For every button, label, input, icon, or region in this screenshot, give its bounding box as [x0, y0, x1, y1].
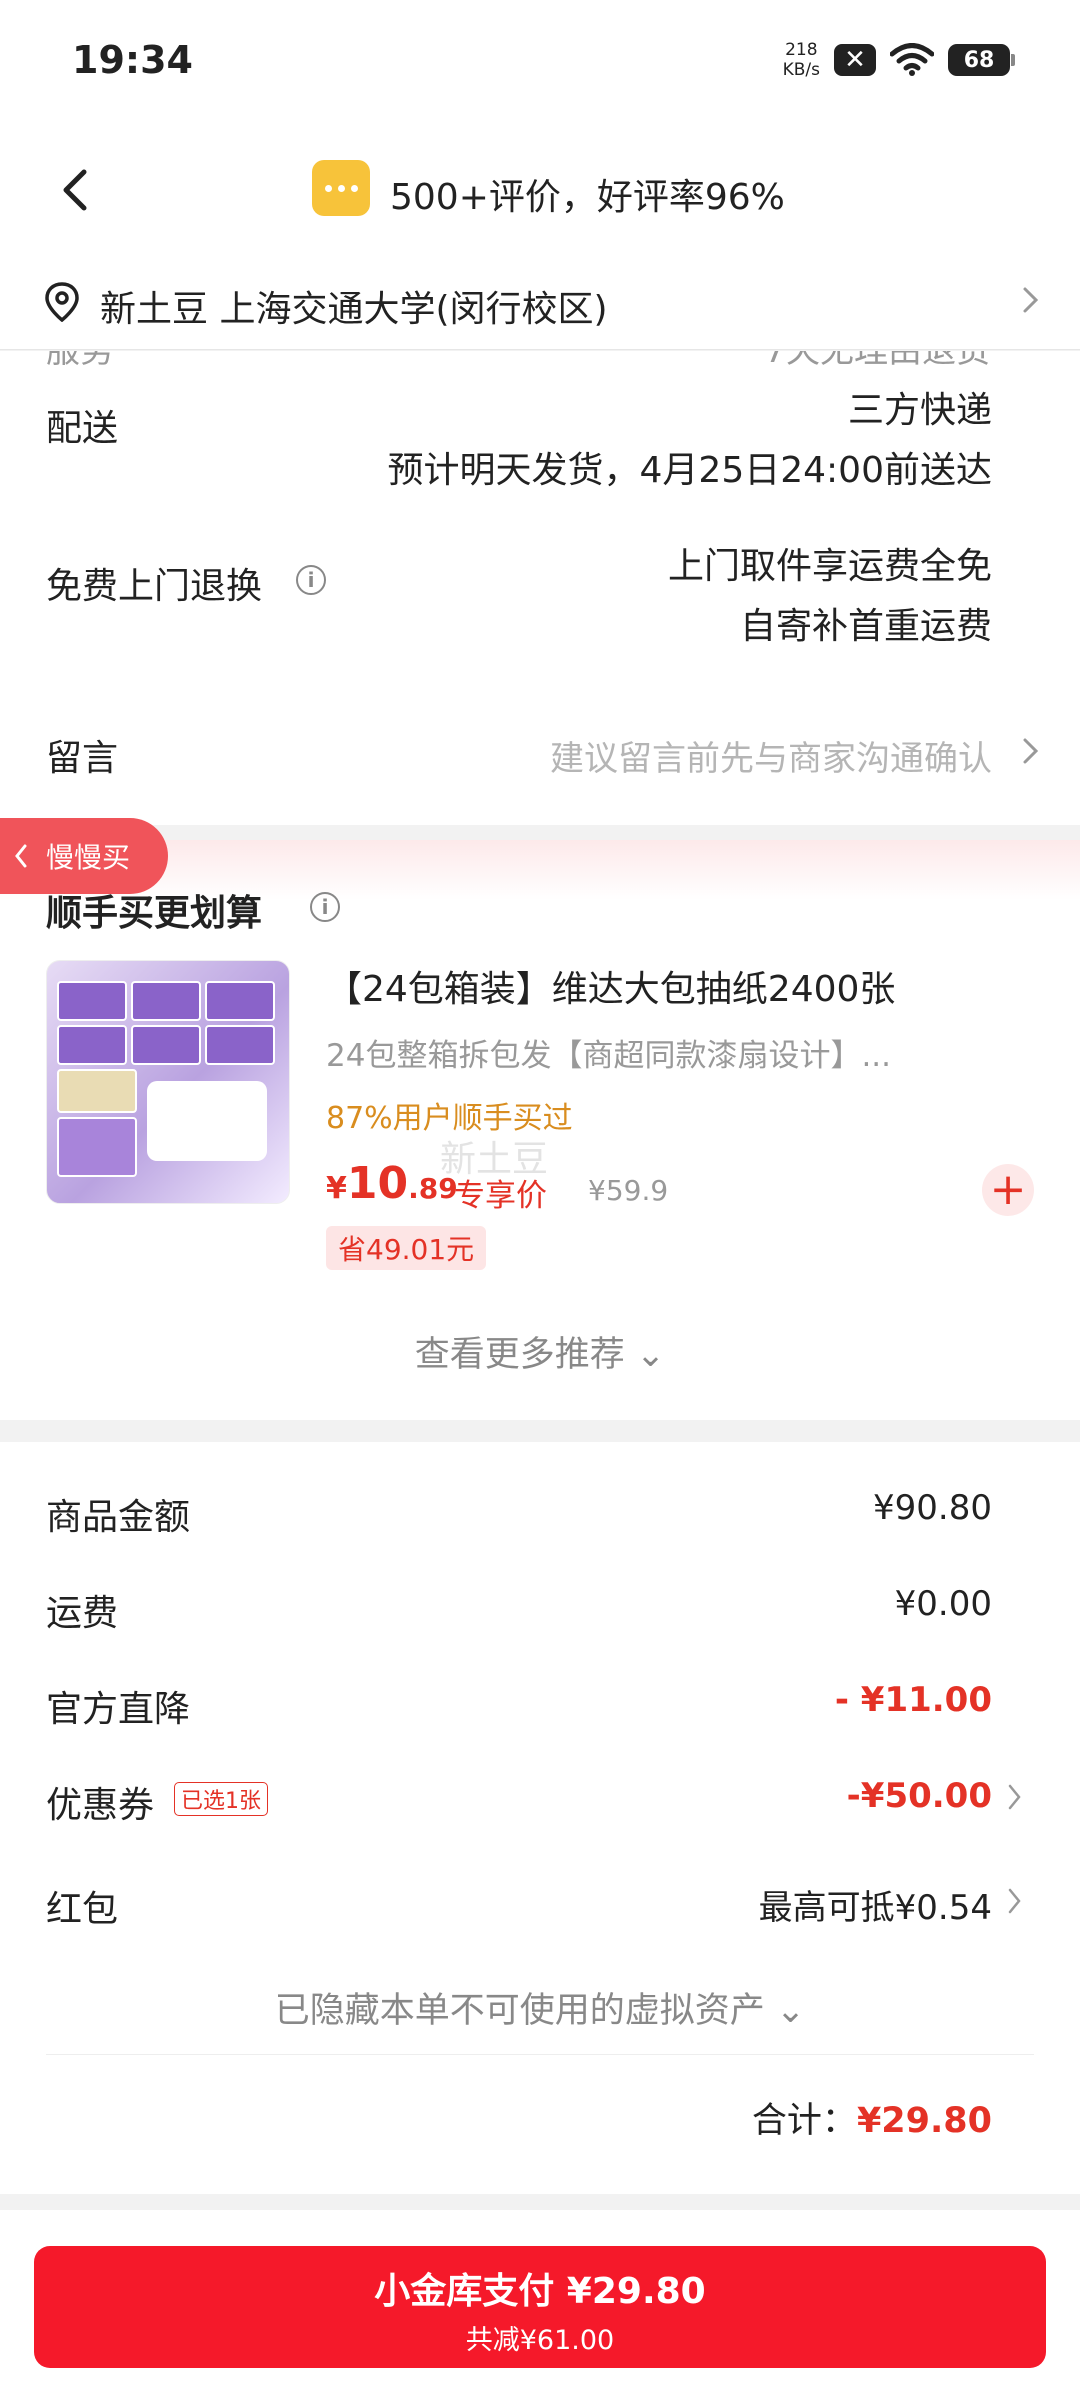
status-bar: 19:34 218 KB/s ✕ 68: [0, 0, 1080, 130]
shipping-label: 运费: [46, 1593, 119, 1634]
return-line2: 自寄补首重运费: [739, 606, 992, 647]
price-compare-float-button[interactable]: 慢慢买: [0, 818, 168, 894]
network-speed: 218 KB/s: [782, 40, 820, 80]
original-price: ¥59.9: [588, 1174, 669, 1207]
chevron-right-icon: [1023, 287, 1039, 313]
delivery-method: 三方快递: [847, 390, 992, 431]
info-icon[interactable]: i: [296, 565, 326, 595]
exclusive-price-tag: 专享价: [454, 1178, 547, 1214]
page-header: 500+评价，好评率96%: [0, 130, 1080, 250]
total-label: 合计：: [751, 2101, 857, 2141]
remark-input[interactable]: 建议留言前先与商家沟通确认: [550, 731, 992, 780]
delivery-card: 服务 7天无理由退货 配送 三方快递 预计明天发货，4月25日24:00前送达 …: [0, 351, 1080, 825]
product-thumbnail[interactable]: [46, 960, 290, 1204]
add-to-order-button[interactable]: +: [982, 1164, 1034, 1216]
coupon-selected-badge: 已选1张: [174, 1782, 268, 1816]
product-price: ¥10.89: [326, 1158, 458, 1209]
pay-bar: 小金库支付 ¥29.80 共减¥61.00: [0, 2210, 1080, 2400]
chevron-right-icon: [1023, 738, 1039, 764]
red-packet-value[interactable]: 最高可抵¥0.54: [759, 1880, 992, 1929]
chevron-right-icon: [1008, 1888, 1021, 1914]
shipping-value: ¥0.00: [894, 1584, 992, 1624]
battery-icon: 68: [948, 44, 1015, 76]
notification-x-icon: ✕: [834, 44, 876, 76]
return-label: 免费上门退换: [46, 566, 263, 607]
product-subtitle: 24包整箱拆包发【商超同款漆扇设计】...: [326, 1038, 892, 1074]
delivery-info: 三方快递 预计明天发货，4月25日24:00前送达: [388, 381, 992, 501]
divider: [46, 2054, 1034, 2055]
official-discount-value: - ¥11.00: [834, 1680, 992, 1720]
float-tag-label: 慢慢买: [46, 841, 131, 874]
address-text: 新土豆 上海交通大学(闵行校区): [100, 289, 608, 330]
official-discount-label: 官方直降: [46, 1689, 191, 1730]
chevron-left-icon: [15, 844, 27, 868]
pay-button[interactable]: 小金库支付 ¥29.80 共减¥61.00: [34, 2246, 1046, 2368]
recommend-card: 顺手买更划算 i 【24包箱装】维达大包抽纸2400张 24包整箱拆包发【商超同…: [0, 840, 1080, 1420]
goods-amount-label: 商品金额: [46, 1497, 191, 1538]
coupon-value[interactable]: -¥50.00: [847, 1776, 992, 1816]
pay-button-label: 小金库支付 ¥29.80: [374, 2271, 706, 2312]
status-icons: 218 KB/s ✕ 68: [782, 40, 1015, 80]
more-recommendations-button[interactable]: 查看更多推荐 ⌄: [0, 1326, 1080, 1377]
info-icon[interactable]: i: [310, 892, 340, 922]
pay-discount-label: 共减¥61.00: [465, 2325, 615, 2356]
status-time: 19:34: [72, 38, 193, 82]
chat-bubble-icon: [312, 160, 370, 216]
hidden-assets-toggle[interactable]: 已隐藏本单不可使用的虚拟资产 ⌄: [0, 1982, 1080, 2033]
service-label: 服务: [46, 351, 114, 371]
service-value: 7天无理由退货: [764, 351, 990, 371]
product-title[interactable]: 【24包箱装】维达大包抽纸2400张: [326, 960, 895, 1012]
return-info: 上门取件享运费全免 自寄补首重运费: [668, 537, 992, 657]
goods-amount-value: ¥90.80: [873, 1488, 992, 1528]
order-summary-card: 商品金额 ¥90.80 运费 ¥0.00 官方直降 - ¥11.00 优惠券 已…: [0, 1442, 1080, 2194]
chevron-left-icon[interactable]: [56, 168, 96, 212]
savings-badge: 省49.01元: [326, 1226, 487, 1270]
delivery-address-row[interactable]: 新土豆 上海交通大学(闵行校区): [0, 250, 1080, 350]
wifi-icon: [890, 43, 934, 76]
total-value: ¥29.80: [856, 2101, 992, 2141]
coupon-label[interactable]: 优惠券: [46, 1776, 154, 1828]
review-summary[interactable]: 500+评价，好评率96%: [390, 168, 785, 220]
location-pin-icon: [45, 282, 79, 322]
delivery-label: 配送: [46, 408, 119, 449]
order-total: 合计：¥29.80: [752, 2092, 992, 2143]
delivery-estimate: 预计明天发货，4月25日24:00前送达: [387, 450, 992, 491]
return-line1: 上门取件享运费全免: [667, 546, 992, 587]
chevron-right-icon: [1008, 1784, 1021, 1810]
red-packet-label[interactable]: 红包: [46, 1880, 118, 1932]
remark-label: 留言: [46, 738, 119, 779]
